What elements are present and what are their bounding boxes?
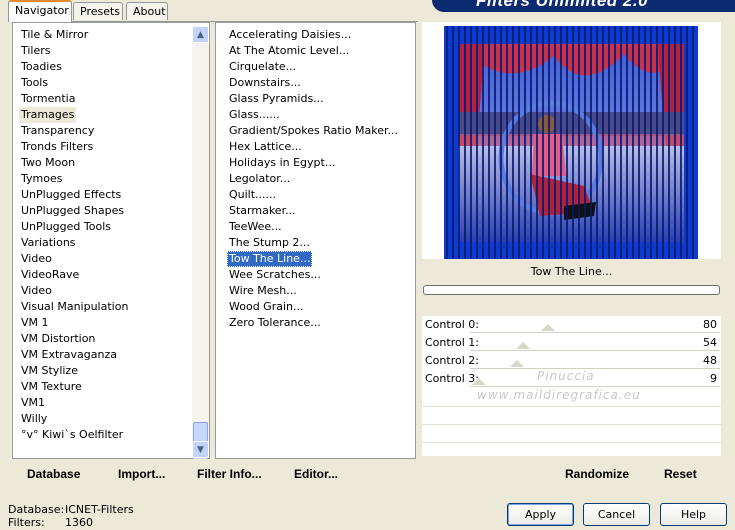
slider-track[interactable] xyxy=(470,386,720,387)
control-value: 48 xyxy=(703,354,717,367)
status-filters-value: 1360 xyxy=(65,516,93,529)
category-item[interactable]: UnPlugged Shapes xyxy=(19,203,126,219)
database-button[interactable]: Database xyxy=(27,467,80,481)
tab-navigator[interactable]: Navigator xyxy=(8,0,72,22)
app-logo: Filters Unlimited 2.0 xyxy=(432,0,735,12)
category-item[interactable]: Tile & Mirror xyxy=(19,27,90,43)
category-item[interactable]: VM Distortion xyxy=(19,331,97,347)
filter-item[interactable]: TeeWee... xyxy=(227,219,284,235)
watermark-name: Pinuccia xyxy=(537,369,595,383)
scroll-up-icon[interactable]: ▲ xyxy=(192,26,209,43)
filter-item[interactable]: Tow The Line... xyxy=(227,251,313,267)
reset-button[interactable]: Reset xyxy=(664,467,697,481)
filter-item[interactable]: At The Atomic Level... xyxy=(227,43,351,59)
filter-item[interactable]: Legolator... xyxy=(227,171,292,187)
control-label: Control 1: xyxy=(425,336,479,349)
import-button[interactable]: Import... xyxy=(118,467,165,481)
slider-thumb-icon[interactable] xyxy=(541,324,556,331)
selected-filter-name: Tow The Line... xyxy=(422,260,721,284)
app-title: Filters Unlimited 2.0 xyxy=(476,0,649,10)
category-item[interactable]: Willy xyxy=(19,411,49,427)
filter-list[interactable]: Accelerating Daisies... At The Atomic Lev… xyxy=(215,22,416,459)
category-item[interactable]: UnPlugged Tools xyxy=(19,219,113,235)
category-item[interactable]: VM Stylize xyxy=(19,363,80,379)
control-value: 9 xyxy=(710,372,717,385)
filter-item[interactable]: Wire Mesh... xyxy=(227,283,299,299)
filter-info-button[interactable]: Filter Info... xyxy=(197,467,262,481)
filter-item[interactable]: Cirquelate... xyxy=(227,59,298,75)
filter-item[interactable]: Glass...... xyxy=(227,107,282,123)
control-row: Control 2: 48 xyxy=(422,352,721,370)
category-item[interactable]: Tormentia xyxy=(19,91,77,107)
category-item[interactable]: UnPlugged Effects xyxy=(19,187,123,203)
tab-label: Navigator xyxy=(15,4,69,17)
category-item[interactable]: Toadies xyxy=(19,59,64,75)
status-database-value: ICNET-Filters xyxy=(65,503,134,516)
category-item[interactable]: Variations xyxy=(19,235,78,251)
filter-item[interactable]: Wee Scratches... xyxy=(227,267,323,283)
slider-track[interactable] xyxy=(470,350,720,351)
category-item[interactable]: VM Extravaganza xyxy=(19,347,119,363)
control-value: 54 xyxy=(703,336,717,349)
tab-label: About xyxy=(133,5,166,18)
category-item[interactable]: VM1 xyxy=(19,395,47,411)
tab-label: Presets xyxy=(80,5,121,18)
filter-item[interactable]: Accelerating Daisies... xyxy=(227,27,353,43)
category-item[interactable]: Two Moon xyxy=(19,155,77,171)
filter-item[interactable]: Holidays in Egypt... xyxy=(227,155,337,171)
slider-thumb-icon[interactable] xyxy=(471,378,486,385)
slider-track[interactable] xyxy=(470,368,720,369)
category-item[interactable]: Tymoes xyxy=(19,171,64,187)
help-button[interactable]: Help xyxy=(660,503,727,526)
status-filters-label: Filters: xyxy=(8,516,45,529)
cancel-button[interactable]: Cancel xyxy=(583,503,650,526)
category-scrollbar[interactable]: ▲ ▼ xyxy=(192,26,209,464)
status-database-label: Database: xyxy=(8,503,65,516)
empty-control-row xyxy=(422,406,721,407)
category-item[interactable]: Tramages xyxy=(19,107,77,123)
control-row: Control 1: 54 xyxy=(422,334,721,352)
empty-control-row xyxy=(422,424,721,425)
slider-track[interactable] xyxy=(470,332,720,333)
filter-item[interactable]: Gradient/Spokes Ratio Maker... xyxy=(227,123,400,139)
category-item[interactable]: Video xyxy=(19,283,54,299)
apply-button[interactable]: Apply xyxy=(507,503,574,526)
controls-panel: Control 0: 80 Control 1: 54 Control 2: 48 Cont… xyxy=(422,316,721,456)
filter-item[interactable]: Quilt...... xyxy=(227,187,278,203)
slider-thumb-icon[interactable] xyxy=(515,342,530,349)
category-item[interactable]: Video xyxy=(19,251,54,267)
tab-about[interactable]: About xyxy=(126,2,168,20)
filter-item[interactable]: Hex Lattice... xyxy=(227,139,304,155)
category-item[interactable]: Tilers xyxy=(19,43,53,59)
category-item[interactable]: Tools xyxy=(19,75,50,91)
filter-item[interactable]: Zero Tolerance... xyxy=(227,315,323,331)
category-list[interactable]: Tile & Mirror Tilers Toadies Tools Tormentia… xyxy=(12,22,210,459)
slider-thumb-icon[interactable] xyxy=(510,360,525,367)
category-item[interactable]: VM 1 xyxy=(19,315,51,331)
control-value: 80 xyxy=(703,318,717,331)
filter-item[interactable]: Wood Grain... xyxy=(227,299,305,315)
category-item[interactable]: VideoRave xyxy=(19,267,81,283)
control-label: Control 0: xyxy=(425,318,479,331)
filter-item[interactable]: Downstairs... xyxy=(227,75,303,91)
tab-presets[interactable]: Presets xyxy=(73,2,123,20)
editor-button[interactable]: Editor... xyxy=(294,467,338,481)
category-item[interactable]: °v° Kiwi`s Oelfilter xyxy=(19,427,125,443)
category-item[interactable]: Transparency xyxy=(19,123,96,139)
filter-item[interactable]: The Stump 2... xyxy=(227,235,312,251)
preview-art xyxy=(444,26,698,259)
scroll-down-icon[interactable]: ▼ xyxy=(192,441,209,458)
control-row: Control 0: 80 xyxy=(422,316,721,334)
empty-control-row xyxy=(422,442,721,443)
progress-bar xyxy=(423,285,720,295)
category-item[interactable]: Visual Manipulation xyxy=(19,299,130,315)
filter-item[interactable]: Starmaker... xyxy=(227,203,298,219)
category-item[interactable]: Tronds Filters xyxy=(19,139,95,155)
watermark-url: www.maildiregrafica.eu xyxy=(477,388,641,402)
randomize-button[interactable]: Randomize xyxy=(565,467,629,481)
control-label: Control 2: xyxy=(425,354,479,367)
preview-image xyxy=(444,26,698,259)
filter-item[interactable]: Glass Pyramids... xyxy=(227,91,326,107)
category-item[interactable]: VM Texture xyxy=(19,379,84,395)
